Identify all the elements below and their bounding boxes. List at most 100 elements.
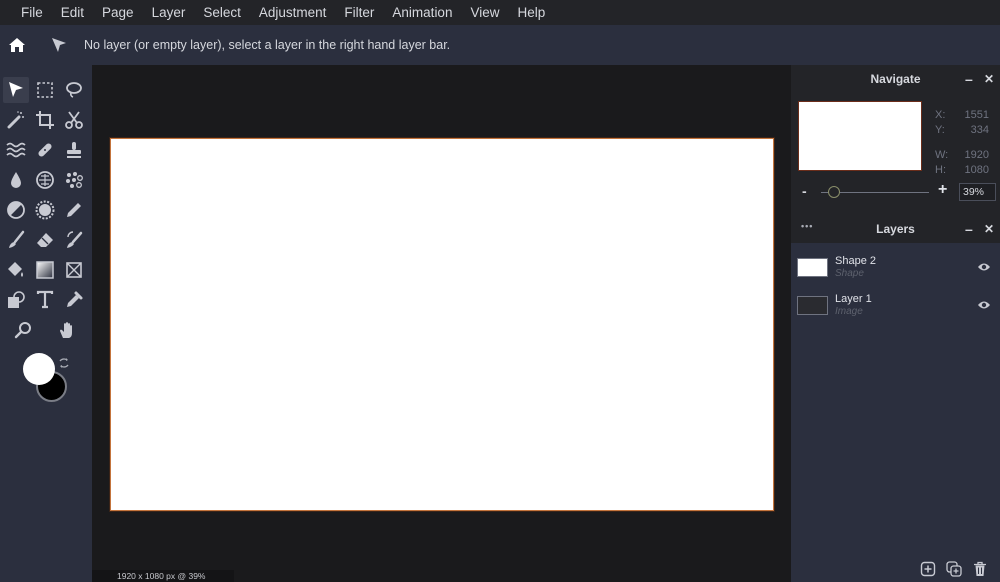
navigate-header: Navigate – ✕ bbox=[791, 65, 1000, 93]
rect-select-icon bbox=[37, 82, 53, 98]
bandage-icon bbox=[38, 143, 52, 157]
w-value: 1920 bbox=[964, 149, 989, 161]
scissors-icon bbox=[65, 111, 83, 129]
dodge-burn-icon bbox=[7, 201, 25, 219]
tool-clone[interactable] bbox=[61, 137, 87, 163]
layers-more-button[interactable]: ••• bbox=[801, 221, 813, 231]
magic-wand-icon bbox=[7, 111, 24, 129]
select-arrow-icon bbox=[9, 82, 23, 97]
tool-color-replace[interactable] bbox=[61, 227, 87, 253]
navigate-close-button[interactable]: ✕ bbox=[984, 71, 994, 87]
tool-liquify[interactable] bbox=[3, 137, 29, 163]
tool-cut[interactable] bbox=[61, 107, 87, 133]
navigate-minimize-button[interactable]: – bbox=[965, 71, 973, 87]
menu-select[interactable]: Select bbox=[194, 0, 250, 25]
menu-help[interactable]: Help bbox=[509, 0, 555, 25]
layer-thumbnail bbox=[797, 296, 828, 315]
tool-dodge-burn[interactable] bbox=[3, 197, 29, 223]
navigate-title: Navigate bbox=[870, 72, 921, 86]
tool-blur[interactable] bbox=[3, 167, 29, 193]
tool-gradient[interactable] bbox=[32, 257, 58, 283]
menu-page[interactable]: Page bbox=[93, 0, 143, 25]
brush-icon bbox=[9, 230, 25, 248]
layer-type: Shape bbox=[835, 268, 864, 279]
zoom-row: - + 39% bbox=[791, 181, 1000, 203]
h-value: 1080 bbox=[964, 164, 989, 176]
tool-pen[interactable] bbox=[61, 197, 87, 223]
zoom-in-button[interactable]: + bbox=[938, 181, 947, 199]
tool-pixelate[interactable] bbox=[61, 167, 87, 193]
layer-row[interactable]: Layer 1 Image bbox=[791, 289, 1000, 325]
home-icon[interactable] bbox=[6, 34, 28, 56]
tool-sponge[interactable] bbox=[32, 167, 58, 193]
new-layer-icon[interactable] bbox=[920, 561, 936, 577]
tool-magic-wand[interactable] bbox=[3, 107, 29, 133]
tool-select[interactable] bbox=[3, 77, 29, 103]
zoom-out-button[interactable]: - bbox=[802, 183, 807, 199]
menu-animation[interactable]: Animation bbox=[383, 0, 461, 25]
eye-icon[interactable] bbox=[977, 299, 991, 311]
tool-lasso[interactable] bbox=[61, 77, 87, 103]
foreground-color-swatch[interactable] bbox=[23, 353, 55, 385]
sponge-icon bbox=[36, 171, 54, 189]
crop-box-icon bbox=[66, 262, 82, 278]
layer-row[interactable]: Shape 2 Shape bbox=[791, 251, 1000, 287]
right-panel: Navigate – ✕ X: 1551 Y: 334 W: 1920 H: 1… bbox=[791, 65, 1000, 582]
navigate-preview[interactable] bbox=[798, 101, 922, 171]
tool-crop[interactable] bbox=[32, 107, 58, 133]
layers-title: Layers bbox=[876, 222, 915, 236]
status-bar: 1920 x 1080 px @ 39% bbox=[92, 570, 234, 582]
gear-icon bbox=[35, 200, 55, 220]
workspace: 1920 x 1080 px @ 39% bbox=[92, 65, 791, 582]
tool-zoom[interactable] bbox=[10, 317, 36, 343]
menu-filter[interactable]: Filter bbox=[335, 0, 383, 25]
y-label: Y: bbox=[935, 124, 945, 136]
tool-rect-select[interactable] bbox=[32, 77, 58, 103]
tool-color-picker[interactable] bbox=[61, 287, 87, 313]
crop-icon bbox=[36, 111, 54, 129]
x-value: 1551 bbox=[964, 109, 989, 121]
eraser-icon bbox=[37, 233, 53, 247]
layer-type: Image bbox=[835, 306, 863, 317]
dots-icon bbox=[66, 172, 83, 188]
tool-fill[interactable] bbox=[3, 257, 29, 283]
stamp-icon bbox=[67, 142, 81, 158]
waves-icon bbox=[6, 142, 26, 158]
duplicate-layer-icon[interactable] bbox=[946, 561, 962, 577]
layers-minimize-button[interactable]: – bbox=[965, 221, 973, 237]
menu-adjustment[interactable]: Adjustment bbox=[250, 0, 336, 25]
tool-hand[interactable] bbox=[54, 317, 80, 343]
tool-text[interactable] bbox=[32, 287, 58, 313]
paint-bucket-icon bbox=[8, 262, 23, 277]
layers-close-button[interactable]: ✕ bbox=[984, 221, 994, 237]
hand-icon bbox=[60, 322, 72, 338]
delete-layer-icon[interactable] bbox=[972, 561, 988, 577]
eye-icon[interactable] bbox=[977, 261, 991, 273]
h-label: H: bbox=[935, 164, 946, 176]
menu-edit[interactable]: Edit bbox=[52, 0, 93, 25]
menu-layer[interactable]: Layer bbox=[143, 0, 195, 25]
x-label: X: bbox=[935, 109, 946, 121]
drop-icon bbox=[11, 172, 21, 188]
tool-brush[interactable] bbox=[3, 227, 29, 253]
canvas[interactable] bbox=[110, 138, 774, 511]
swap-colors-icon[interactable] bbox=[58, 356, 70, 368]
eyedropper-icon bbox=[67, 291, 83, 307]
tool-bloat[interactable] bbox=[32, 197, 58, 223]
y-value: 334 bbox=[970, 124, 989, 136]
menu-view[interactable]: View bbox=[461, 0, 508, 25]
tool-shape[interactable] bbox=[3, 287, 29, 313]
menu-file[interactable]: File bbox=[12, 0, 52, 25]
brush-refresh-icon bbox=[67, 231, 83, 248]
tool-shape-crop[interactable] bbox=[61, 257, 87, 283]
tool-eraser[interactable] bbox=[32, 227, 58, 253]
options-toolbar: No layer (or empty layer), select a laye… bbox=[0, 25, 1000, 65]
tool-heal[interactable] bbox=[32, 137, 58, 163]
gradient-icon bbox=[36, 261, 54, 279]
zoom-input[interactable]: 39% bbox=[959, 183, 996, 201]
magnifier-icon bbox=[14, 322, 31, 339]
shapes-icon bbox=[8, 291, 25, 308]
layer-name: Layer 1 bbox=[835, 293, 872, 305]
navigate-body: X: 1551 Y: 334 W: 1920 H: 1080 - + 39% bbox=[791, 93, 1000, 221]
zoom-slider-thumb[interactable] bbox=[827, 186, 840, 198]
